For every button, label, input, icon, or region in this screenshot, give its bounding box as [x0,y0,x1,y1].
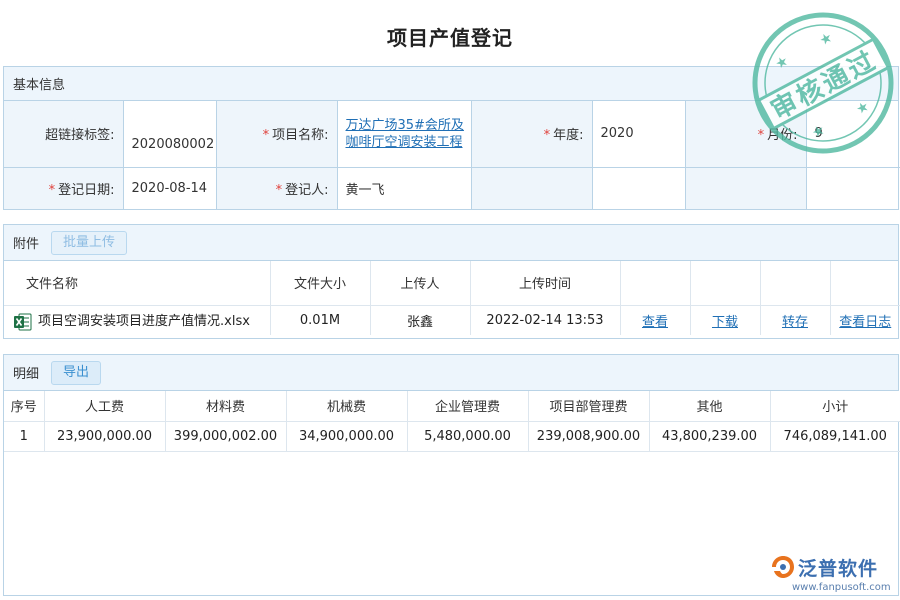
fanpu-logo-icon [770,554,796,580]
detail-row: 1 23,900,000.00 399,000,002.00 34,900,00… [4,421,900,451]
empty-cell [592,167,685,209]
basic-info-table: 超链接标签: 2020080002 *项目名称: 万达广场35#会所及咖啡厅空调… [4,101,900,209]
col-action [620,261,690,305]
registrant-value: 黄一飞 [337,167,471,209]
cell-project-mgmt: 239,008,900.00 [528,421,649,451]
transfer-link[interactable]: 转存 [782,315,808,330]
cell-other: 43,800,239.00 [649,421,770,451]
basic-info-header: 基本信息 [4,67,898,101]
export-button[interactable]: 导出 [51,361,101,385]
col-subtotal: 小计 [770,391,900,421]
col-machinery: 机械费 [286,391,407,421]
cell-index: 1 [4,421,44,451]
reg-date-label: *登记日期: [4,167,123,209]
cell-labor: 23,900,000.00 [44,421,165,451]
detail-header: 明细 导出 [4,355,898,391]
year-value: 2020 [592,101,685,167]
attachment-size: 0.01M [270,305,370,335]
month-label: *月份: [685,101,806,167]
cell-machinery: 34,900,000.00 [286,421,407,451]
page-title: 项目产值登记 [0,22,900,51]
brand-logo: 泛普软件 www.fanpusoft.com [768,552,898,596]
year-label: *年度: [471,101,592,167]
detail-header-row: 序号 人工费 材料费 机械费 企业管理费 项目部管理费 其他 小计 [4,391,900,421]
cell-enterprise-mgmt: 5,480,000.00 [407,421,528,451]
attachment-uploader: 张鑫 [370,305,470,335]
col-uploader: 上传人 [370,261,470,305]
attachments-table: 文件名称 文件大小 上传人 上传时间 项目空调安装项目进度产值情况.xlsx 0… [4,261,900,335]
batch-upload-button[interactable]: 批量上传 [51,231,127,255]
basic-info-panel: 基本信息 超链接标签: 2020080002 *项目名称: 万达广场35#会所及… [3,66,899,210]
empty-cell [806,167,900,209]
view-link[interactable]: 查看 [642,315,668,330]
project-name-value[interactable]: 万达广场35#会所及咖啡厅空调安装工程 [337,101,471,167]
attachments-header: 附件 批量上传 [4,225,898,261]
col-action [760,261,830,305]
download-link[interactable]: 下载 [712,315,738,330]
col-labor: 人工费 [44,391,165,421]
project-name-label: *项目名称: [216,101,337,167]
attachment-time: 2022-02-14 13:53 [470,305,620,335]
attachment-row: 项目空调安装项目进度产值情况.xlsx 0.01M 张鑫 2022-02-14 … [4,305,900,335]
empty-cell [471,167,592,209]
col-upload-time: 上传时间 [470,261,620,305]
registrant-label: *登记人: [216,167,337,209]
brand-url: www.fanpusoft.com [792,582,891,593]
detail-panel: 明细 导出 序号 人工费 材料费 机械费 企业管理费 项目部管理费 其他 小计 … [3,354,899,596]
attachments-title: 附件 [13,233,39,252]
cell-subtotal: 746,089,141.00 [770,421,900,451]
col-action [830,261,900,305]
col-other: 其他 [649,391,770,421]
attachments-panel: 附件 批量上传 文件名称 文件大小 上传人 上传时间 [3,224,899,339]
col-enterprise-mgmt: 企业管理费 [407,391,528,421]
col-action [690,261,760,305]
basic-info-title: 基本信息 [13,74,65,93]
hyperlink-value: 2020080002 [123,101,216,167]
col-index: 序号 [4,391,44,421]
hyperlink-label: 超链接标签: [4,101,123,167]
project-name-link[interactable]: 万达广场35#会所及咖啡厅空调安装工程 [346,117,470,151]
attachment-file-name: 项目空调安装项目进度产值情况.xlsx [4,305,270,335]
detail-table: 序号 人工费 材料费 机械费 企业管理费 项目部管理费 其他 小计 1 23,9… [4,391,900,452]
month-value: 9 [806,101,900,167]
reg-date-value: 2020-08-14 [123,167,216,209]
empty-cell [685,167,806,209]
col-material: 材料费 [165,391,286,421]
detail-title: 明细 [13,363,39,382]
brand-name: 泛普软件 [798,554,878,581]
col-file-size: 文件大小 [270,261,370,305]
view-log-link[interactable]: 查看日志 [839,315,891,330]
col-project-mgmt: 项目部管理费 [528,391,649,421]
excel-file-icon [14,313,32,331]
cell-material: 399,000,002.00 [165,421,286,451]
col-file-name: 文件名称 [4,261,270,305]
